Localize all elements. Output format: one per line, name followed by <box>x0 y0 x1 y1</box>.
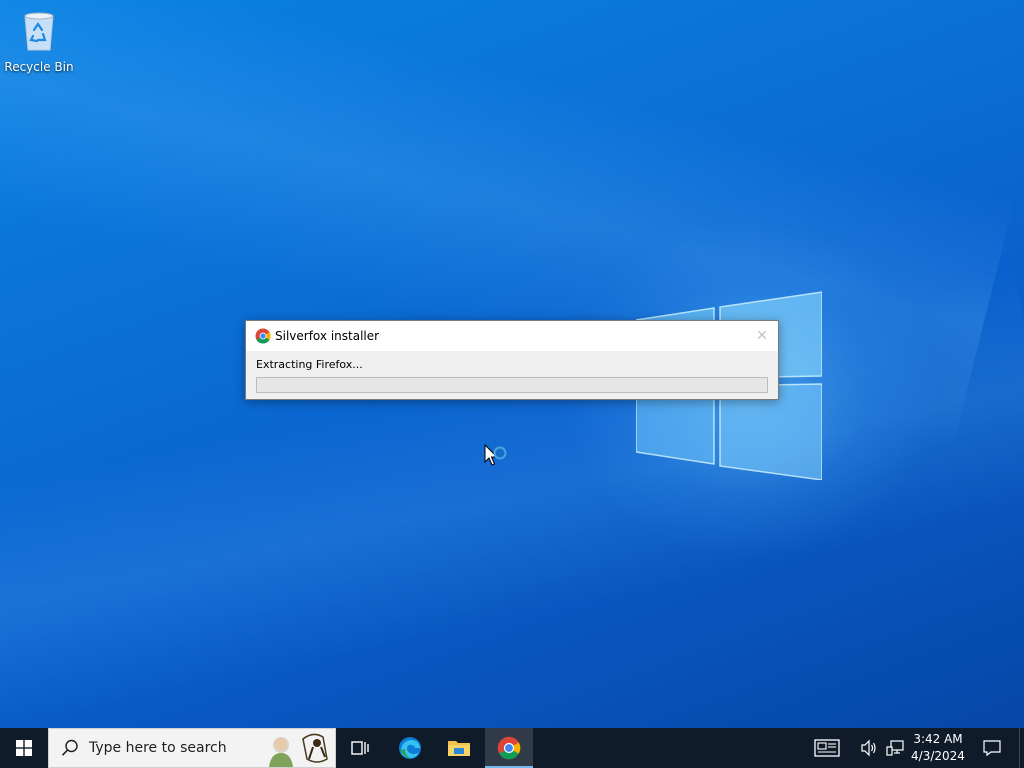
network-icon <box>886 740 904 756</box>
taskbar-item-chrome[interactable] <box>485 728 533 768</box>
taskbar-item-task-view[interactable] <box>336 728 384 768</box>
installer-dialog: Silverfox installer ✕ Extracting Firefox… <box>245 320 779 400</box>
tray-network-button[interactable] <box>882 728 906 768</box>
notification-icon <box>983 740 1001 757</box>
dialog-title: Silverfox installer <box>275 329 380 343</box>
tray-news-button[interactable] <box>810 728 844 768</box>
windows-start-icon <box>16 740 32 756</box>
taskbar-item-edge[interactable] <box>386 728 434 768</box>
tray-volume-button[interactable] <box>856 728 882 768</box>
close-icon: ✕ <box>756 328 768 344</box>
progress-bar <box>256 377 768 393</box>
search-highlight-illustration-icon <box>269 733 328 767</box>
chrome-icon <box>255 328 271 344</box>
desktop-icon-recycle-bin[interactable]: Recycle Bin <box>4 6 74 74</box>
taskbar: Type here to search 3:42 AM 4/3/2024 <box>0 728 1024 768</box>
desktop-icon-label: Recycle Bin <box>4 60 74 74</box>
dialog-titlebar[interactable]: Silverfox installer ✕ <box>246 321 778 351</box>
taskbar-clock[interactable]: 3:42 AM 4/3/2024 <box>904 731 972 765</box>
recycle-bin-icon <box>24 12 54 51</box>
busy-cursor-icon <box>484 444 507 466</box>
action-center-button[interactable] <box>976 728 1016 768</box>
taskbar-item-file-explorer[interactable] <box>435 728 483 768</box>
clock-time: 3:42 AM <box>913 732 963 746</box>
desktop: Recycle Bin Silverfox installer ✕ Extrac… <box>0 0 1024 728</box>
search-icon <box>61 739 78 756</box>
folder-icon <box>448 741 470 756</box>
start-button[interactable] <box>0 728 48 768</box>
volume-icon <box>861 739 876 757</box>
show-desktop-button[interactable] <box>1019 728 1024 768</box>
edge-icon <box>399 737 421 759</box>
task-view-icon <box>351 741 369 755</box>
search-box[interactable]: Type here to search <box>48 728 336 768</box>
clock-date: 4/3/2024 <box>911 749 965 763</box>
close-button[interactable]: ✕ <box>752 326 772 346</box>
status-text: Extracting Firefox... <box>256 358 363 371</box>
search-placeholder: Type here to search <box>89 740 227 756</box>
news-icon <box>814 739 840 757</box>
chrome-icon <box>497 736 521 760</box>
